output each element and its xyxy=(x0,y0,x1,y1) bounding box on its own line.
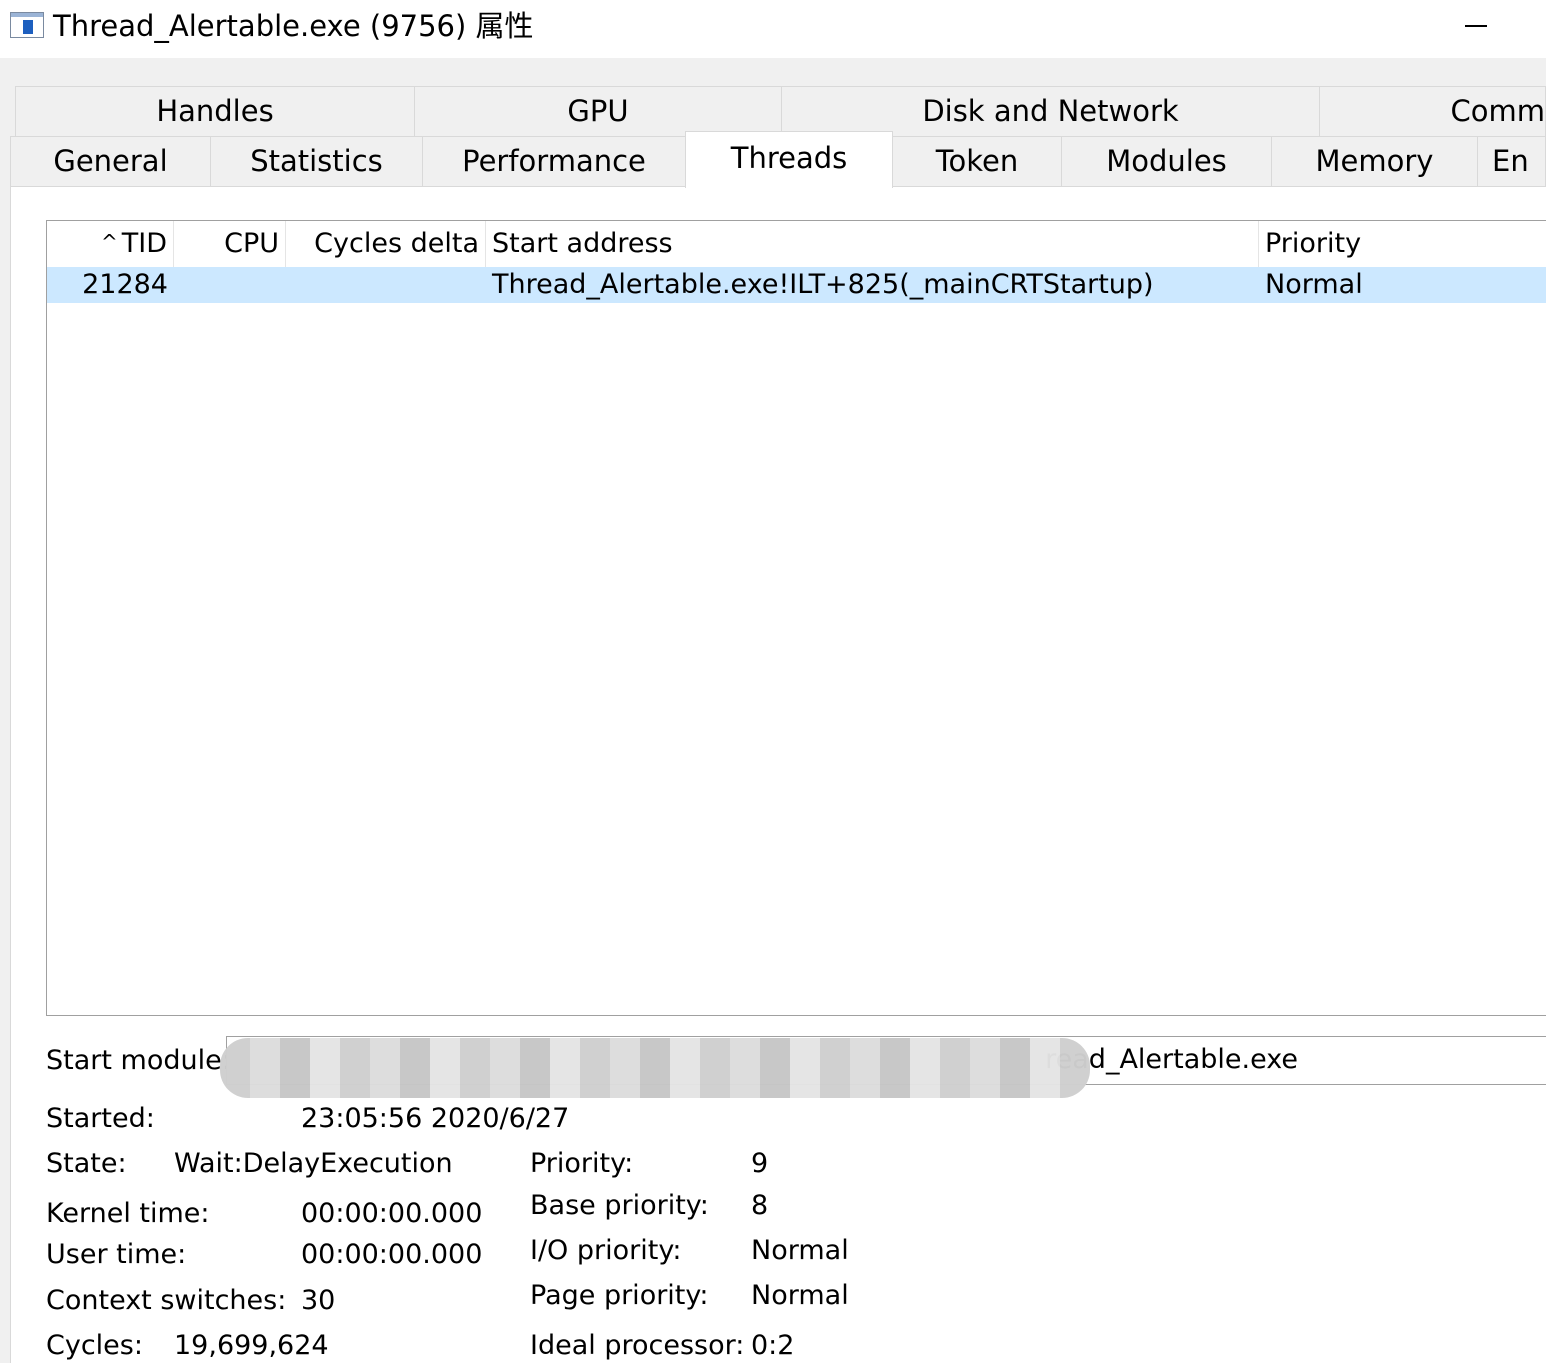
tab-handles[interactable]: Handles xyxy=(15,86,415,137)
column-header-tid[interactable]: ^ TID xyxy=(47,221,174,267)
kernel-time-label: Kernel time: xyxy=(46,1198,210,1229)
state-label: State: xyxy=(46,1148,127,1179)
context-switches-label: Context switches: xyxy=(46,1285,287,1316)
title-bar: Thread_Alertable.exe (9756) 属性 xyxy=(0,0,1546,58)
window-title: Thread_Alertable.exe (9756) 属性 xyxy=(53,9,534,43)
tab-comment[interactable]: Comm xyxy=(1319,86,1546,137)
ideal-processor-label: Ideal processor: xyxy=(530,1330,745,1361)
ideal-processor-value: 0:2 xyxy=(751,1330,795,1361)
tab-threads[interactable]: Threads xyxy=(685,131,893,188)
cycles-value: 19,699,624 xyxy=(174,1330,329,1361)
cycles-label: Cycles: xyxy=(46,1330,143,1361)
tab-performance[interactable]: Performance xyxy=(422,136,686,187)
cell-tid: 21284 xyxy=(82,269,168,300)
io-priority-label: I/O priority: xyxy=(530,1235,682,1266)
column-header-start-address[interactable]: Start address xyxy=(486,221,1259,267)
priority-value: 9 xyxy=(751,1148,769,1179)
started-value: 23:05:56 2020/6/27 xyxy=(301,1103,570,1134)
io-priority-value: Normal xyxy=(751,1235,849,1266)
cell-start-address: Thread_Alertable.exe!ILT+825(_mainCRTSta… xyxy=(492,269,1154,300)
tab-disk-and-network[interactable]: Disk and Network xyxy=(781,86,1320,137)
redaction-blur xyxy=(220,1038,1090,1098)
user-time-value: 00:00:00.000 xyxy=(301,1239,483,1270)
tab-token[interactable]: Token xyxy=(892,136,1062,187)
tab-statistics[interactable]: Statistics xyxy=(210,136,423,187)
priority-label: Priority: xyxy=(530,1148,634,1179)
user-time-label: User time: xyxy=(46,1239,187,1270)
column-header-cycles-delta[interactable]: Cycles delta xyxy=(286,221,486,267)
column-header-tid-label: TID xyxy=(121,228,167,259)
tab-memory[interactable]: Memory xyxy=(1271,136,1478,187)
tab-environment[interactable]: En xyxy=(1477,136,1546,187)
app-icon-bar xyxy=(11,13,43,17)
column-header-cpu[interactable]: CPU xyxy=(174,221,286,267)
state-value: Wait:DelayExecution xyxy=(174,1148,453,1179)
column-header-priority[interactable]: Priority xyxy=(1259,221,1546,267)
tab-gpu[interactable]: GPU xyxy=(414,86,782,137)
minimize-icon[interactable] xyxy=(1455,10,1495,42)
threads-list[interactable]: ^ TID CPU Cycles delta Start address Prio… xyxy=(46,220,1546,1016)
cell-priority: Normal xyxy=(1265,269,1363,300)
tab-modules[interactable]: Modules xyxy=(1061,136,1272,187)
table-row[interactable]: 21284 Thread_Alertable.exe!ILT+825(_main… xyxy=(47,267,1546,303)
context-switches-value: 30 xyxy=(301,1285,336,1316)
tab-general[interactable]: General xyxy=(10,136,211,187)
start-module-label: Start module: xyxy=(46,1045,231,1076)
cell-cpu xyxy=(174,267,286,303)
page-priority-label: Page priority: xyxy=(530,1280,709,1311)
sort-ascending-icon: ^ xyxy=(100,230,118,254)
window-app-icon xyxy=(10,12,44,38)
started-label: Started: xyxy=(46,1103,155,1134)
kernel-time-value: 00:00:00.000 xyxy=(301,1198,483,1229)
app-icon-glyph xyxy=(23,20,33,34)
base-priority-value: 8 xyxy=(751,1190,769,1221)
cell-cycles-delta xyxy=(286,267,486,303)
base-priority-label: Base priority: xyxy=(530,1190,709,1221)
page-priority-value: Normal xyxy=(751,1280,849,1311)
